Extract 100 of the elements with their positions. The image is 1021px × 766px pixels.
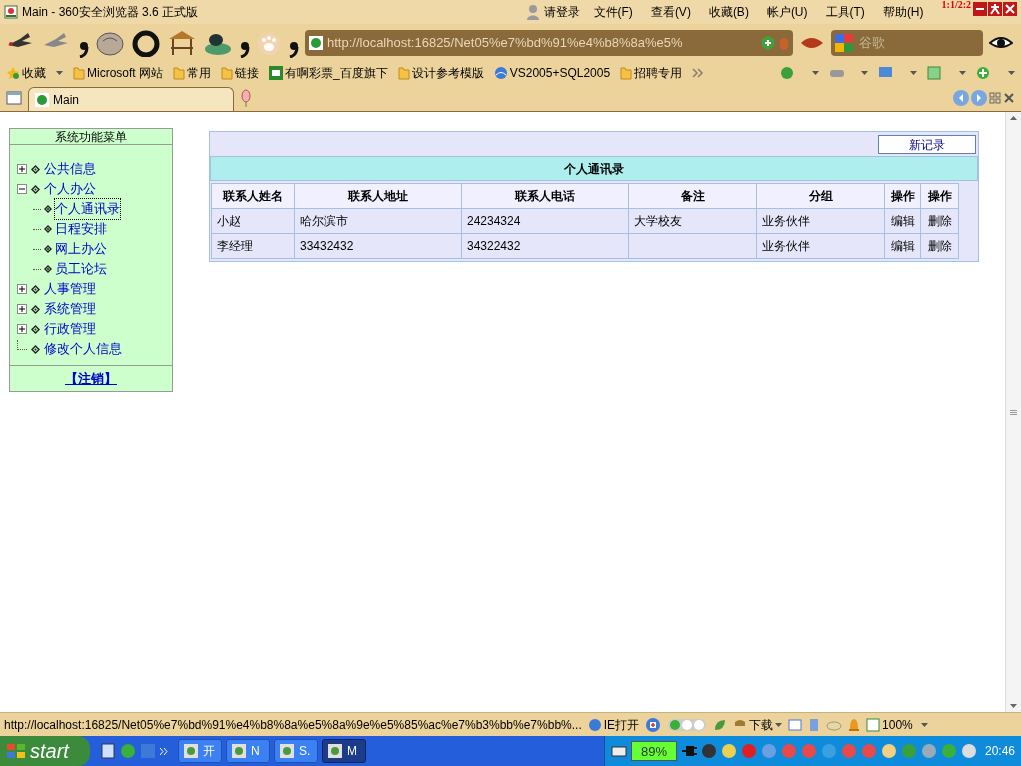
bookmark[interactable]: 设计参考模版 [397,64,484,82]
column-header[interactable]: 操作 [884,183,921,209]
sidebar-toggle-icon[interactable] [6,90,22,105]
pavilion-icon[interactable] [167,29,197,57]
book-icon[interactable] [808,717,821,732]
plug-icon[interactable] [680,744,697,758]
forward-icon[interactable] [971,89,987,106]
menu-item[interactable]: 收藏(B) [708,3,749,21]
bookmark[interactable]: 招聘专用 [620,64,683,82]
expand-icon[interactable] [17,304,27,314]
menu-item[interactable]: 日程安排 [55,219,107,239]
keyboard-icon[interactable] [610,745,627,757]
stone-icon[interactable] [95,29,125,57]
taskbar-button[interactable]: S. [274,739,318,763]
caret-icon[interactable] [812,71,819,75]
expand-icon[interactable] [17,284,27,294]
collapse-icon[interactable] [17,184,27,194]
menu-item[interactable]: 公共信息 [44,159,96,179]
toggle-icon[interactable] [667,717,708,732]
new-record-button[interactable]: 新记录 [878,134,976,154]
menu-item[interactable]: 员工论坛 [55,259,107,279]
tray-icon[interactable] [720,743,737,759]
caret-icon[interactable] [775,722,783,727]
caret-icon[interactable] [920,722,928,727]
download-button[interactable]: 下载 [733,715,783,734]
caret-icon[interactable] [1008,71,1015,75]
expand-icon[interactable] [17,164,27,174]
chevrons-icon[interactable] [692,68,705,78]
bookmark[interactable]: Microsoft 网站 [73,64,163,82]
monitor-icon[interactable] [878,66,894,80]
caret-icon[interactable] [959,71,966,75]
translate-icon[interactable] [927,66,943,80]
column-header[interactable]: 联系人电话 [461,183,629,209]
cloud-icon[interactable] [826,718,843,731]
logout-link[interactable]: 【注销】 [65,368,117,389]
menu-item[interactable]: 帮助(H) [882,3,924,21]
column-header[interactable]: 分组 [756,183,885,209]
minimize-icon[interactable] [973,2,987,16]
bookmark[interactable]: 常用 [173,64,211,82]
tray-icon[interactable] [880,743,897,759]
caret-icon[interactable] [861,71,868,75]
bookmark[interactable]: 收藏 [6,64,63,82]
taskbar-button[interactable]: M [322,739,366,763]
menu-item[interactable]: 网上办公 [55,239,107,259]
close-icon[interactable] [1003,91,1015,104]
back-icon[interactable] [953,89,969,106]
plus-icon[interactable] [976,66,992,80]
menu-item[interactable]: 请登录 [543,3,580,21]
scroll-up-icon[interactable] [1010,116,1017,120]
bookmark[interactable]: 链接 [221,64,259,82]
bookmark[interactable]: 有啊彩票_百度旗下 [269,64,388,82]
menu-item[interactable]: 文件(F) [593,3,633,21]
ring-icon[interactable] [131,29,161,57]
leaf-icon[interactable] [713,717,728,732]
first-aid-icon[interactable] [645,716,662,733]
coin-icon[interactable] [780,66,796,80]
column-header[interactable]: 联系人姓名 [211,183,295,209]
shield-icon[interactable] [761,35,775,51]
grid-icon[interactable] [989,91,1001,104]
menu-item[interactable]: 个人通讯录 [55,199,120,219]
menu-item[interactable]: 行政管理 [44,319,96,339]
tray-icon[interactable] [920,743,937,759]
start-button[interactable]: start [0,736,90,766]
caret-icon[interactable] [910,71,917,75]
tab[interactable]: Main [28,87,234,111]
caret-icon[interactable] [56,71,63,75]
user-icon[interactable] [525,4,540,20]
taskbar-button[interactable]: 开 [178,739,222,763]
search-field[interactable]: 谷歌 [831,30,983,56]
address-field[interactable]: http://localhost:16825/Net05%e7%bd%91%e4%b8%8a%e5% [305,30,793,56]
menu-item[interactable]: 人事管理 [44,279,96,299]
document-icon[interactable] [100,743,116,759]
address-value[interactable]: http://localhost:16825/Net05%e7%bd%91%e4%b8%8a%e5% [327,33,757,53]
zoom-control[interactable]: 100% [866,715,928,734]
tray-icon[interactable] [700,743,717,759]
search-input[interactable]: 谷歌 [859,33,979,53]
column-header[interactable]: 联系人地址 [294,183,462,209]
column-header[interactable]: 操作 [920,183,959,209]
menu-item[interactable]: 工具(T) [825,3,865,21]
menu-item[interactable]: 修改个人信息 [44,339,122,359]
maximize-icon[interactable] [988,2,1002,16]
scroll-down-icon[interactable] [1010,704,1017,708]
taskbar-button[interactable]: N [226,739,270,763]
bell-icon[interactable] [848,717,861,732]
tray-icon[interactable] [740,743,757,759]
search-engine-icon[interactable] [835,34,855,52]
ie-open-button[interactable]: IE打开 [587,715,640,734]
tray-icon[interactable] [960,743,977,759]
expand-icon[interactable] [17,324,27,334]
bud-icon[interactable] [240,88,252,107]
eye-icon[interactable] [989,35,1013,51]
menu-item[interactable]: 个人办公 [44,179,96,199]
menu-item[interactable]: 帐户(U) [766,3,808,21]
bookmark[interactable]: VS2005+SQL2005 [493,64,611,82]
close-icon[interactable] [1003,2,1017,16]
column-header[interactable]: 备注 [628,183,757,209]
grip-icon[interactable] [1010,409,1017,415]
window-icon[interactable] [788,718,803,731]
menu-item[interactable]: 查看(V) [650,3,691,21]
menu-item[interactable]: 系统管理 [44,299,96,319]
